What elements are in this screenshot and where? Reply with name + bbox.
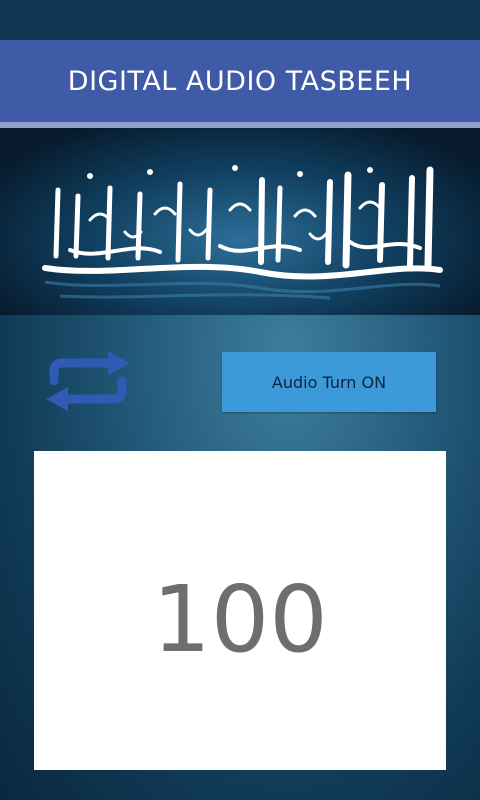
repeat-button[interactable] xyxy=(40,347,136,415)
title-bar: DIGITAL AUDIO TASBEEH xyxy=(0,40,480,122)
app-title: DIGITAL AUDIO TASBEEH xyxy=(67,65,413,97)
calligraphy-banner xyxy=(0,128,480,315)
repeat-icon xyxy=(46,351,130,411)
status-bar xyxy=(0,0,480,40)
counter-panel[interactable]: 100 xyxy=(34,451,446,770)
shahada-calligraphy-image xyxy=(42,165,443,300)
counter-value: 100 xyxy=(152,566,328,673)
audio-toggle-button[interactable]: Audio Turn ON xyxy=(222,352,436,412)
